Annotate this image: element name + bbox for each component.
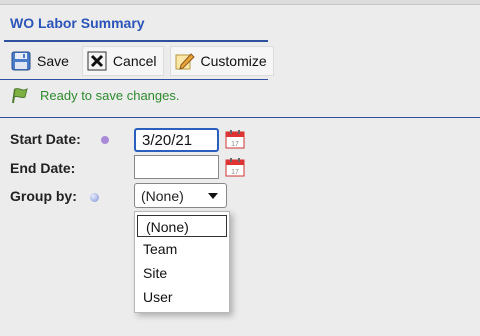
status-message: Ready to save changes. [40, 87, 180, 103]
form-divider [0, 117, 480, 118]
pencil-edit-icon [175, 53, 195, 70]
toolbar-divider [0, 79, 268, 80]
help-icon[interactable] [90, 193, 99, 202]
required-indicator-icon [101, 136, 109, 144]
end-date-label: End Date: [10, 160, 76, 176]
save-button[interactable]: Save [6, 46, 76, 76]
chevron-down-icon [208, 192, 218, 199]
page-title: WO Labor Summary [10, 15, 145, 31]
start-date-input[interactable] [134, 128, 219, 152]
save-label: Save [37, 53, 69, 69]
close-box-icon [87, 51, 107, 71]
group-by-dropdown-list: (None) Team Site User [134, 211, 230, 313]
cancel-label: Cancel [112, 53, 157, 69]
title-divider [4, 40, 268, 42]
dropdown-option-none[interactable]: (None) [137, 215, 227, 237]
toolbar: Save Cancel Customize [6, 46, 274, 76]
customize-label: Customize [200, 53, 267, 69]
svg-text:17: 17 [231, 169, 239, 176]
end-date-input[interactable] [134, 155, 219, 179]
status-bar: Ready to save changes. [10, 86, 179, 104]
dropdown-option-team[interactable]: Team [135, 237, 229, 261]
calendar-icon[interactable]: 17 [225, 157, 245, 177]
group-by-label: Group by: [10, 188, 77, 204]
floppy-disk-icon [11, 51, 31, 71]
cancel-button[interactable]: Cancel [81, 46, 164, 76]
calendar-icon[interactable]: 17 [225, 129, 245, 149]
svg-text:17: 17 [231, 141, 239, 148]
start-date-label: Start Date: [10, 131, 81, 147]
dropdown-option-site[interactable]: Site [135, 261, 229, 285]
group-by-select[interactable]: (None) [134, 183, 227, 208]
top-strip [0, 0, 480, 5]
flag-icon [12, 87, 28, 104]
dropdown-option-user[interactable]: User [135, 285, 229, 309]
customize-button[interactable]: Customize [169, 46, 274, 76]
group-by-selected-value: (None) [141, 187, 184, 204]
